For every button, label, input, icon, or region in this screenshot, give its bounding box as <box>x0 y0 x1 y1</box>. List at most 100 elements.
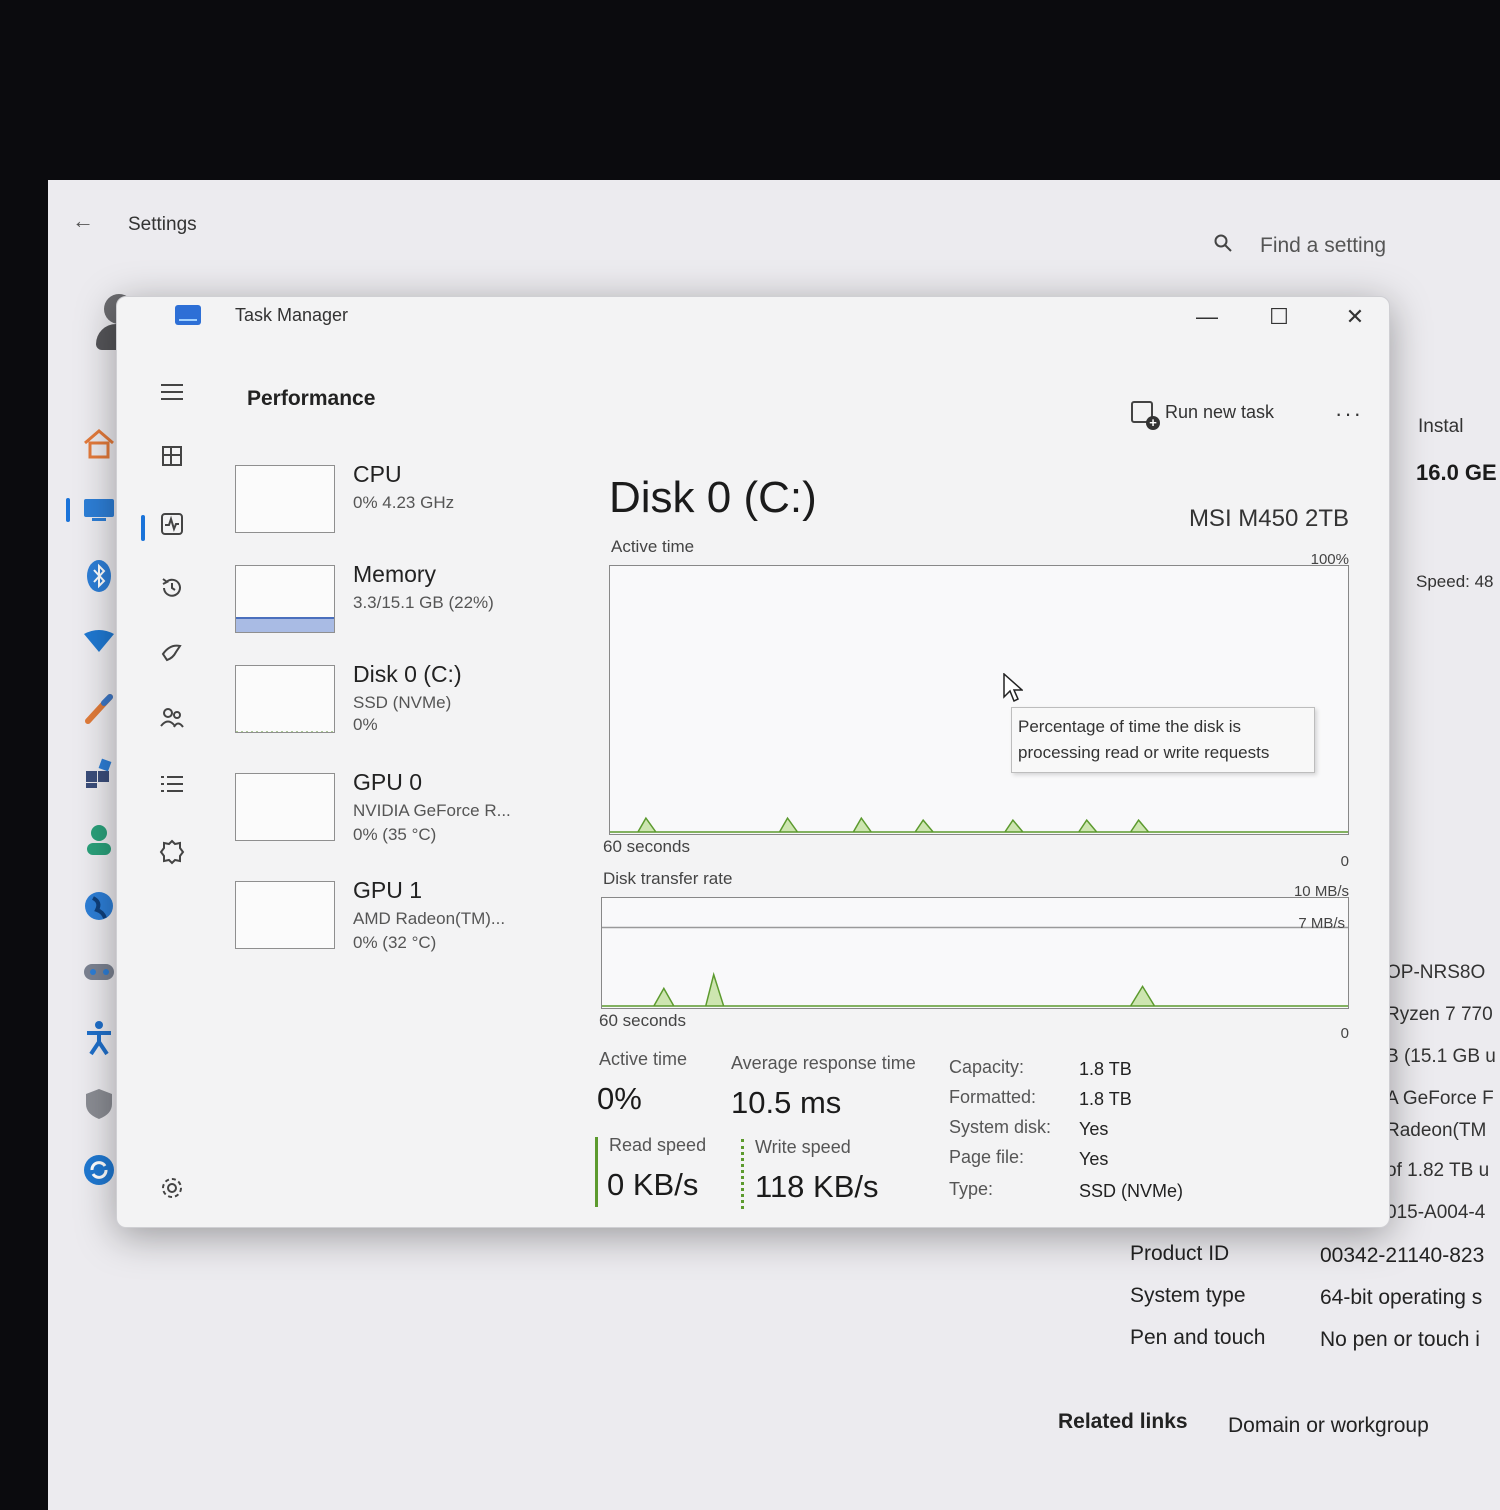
close-button[interactable]: ✕ <box>1325 297 1385 337</box>
device-gpu-0[interactable]: GPU 0 NVIDIA GeForce R... 0% (35 °C) <box>235 769 555 849</box>
device-cpu[interactable]: CPU 0% 4.23 GHz <box>235 461 555 541</box>
cpu-thumbnail-graph <box>235 465 335 533</box>
device-gpu-1[interactable]: GPU 1 AMD Radeon(TM)... 0% (32 °C) <box>235 877 555 957</box>
window-title: Task Manager <box>235 305 349 325</box>
storage-value: of 1.82 TB u <box>1386 1160 1490 1181</box>
transfer-rate-graph <box>601 897 1349 1009</box>
page-title: Performance <box>247 387 376 410</box>
disk-model: MSI M450 2TB <box>1188 505 1349 532</box>
read-speed-label: Read speed <box>609 1135 707 1155</box>
device-memory[interactable]: Memory 3.3/15.1 GB (22%) <box>235 561 555 641</box>
transfer-rate-line-label: 7 MB/s <box>1298 915 1345 932</box>
domain-workgroup-link[interactable]: Domain or workgroup <box>1228 1414 1429 1438</box>
active-time-duration-label: 60 seconds <box>603 837 690 856</box>
run-new-task-button[interactable]: Run new task <box>1131 401 1275 430</box>
read-speed-legend <box>595 1137 598 1207</box>
related-links-label: Related links <box>1058 1410 1188 1433</box>
product-id-label: Product ID <box>1130 1242 1230 1265</box>
page-file-value: Yes <box>1079 1149 1109 1169</box>
device-detail: 3.3/15.1 GB (22%) <box>353 593 494 612</box>
tooltip-line-1: Percentage of time the disk is <box>1018 717 1242 736</box>
active-time-min-label: 0 <box>1340 853 1349 870</box>
type-value: SSD (NVMe) <box>1079 1181 1184 1201</box>
device-usage: 0% <box>353 715 378 734</box>
transfer-rate-graph-label: Disk transfer rate <box>603 869 733 888</box>
device-id-value: 015-A004-4 <box>1386 1202 1486 1223</box>
settings-title: Settings <box>128 214 197 235</box>
startup-apps-icon[interactable] <box>155 635 189 669</box>
device-usage: 0% (32 °C) <box>353 933 437 952</box>
pen-touch-label: Pen and touch <box>1130 1326 1266 1349</box>
maximize-button[interactable]: ☐ <box>1249 297 1309 337</box>
processes-icon[interactable] <box>155 439 189 473</box>
settings-icon[interactable] <box>155 1171 189 1205</box>
formatted-value: 1.8 TB <box>1079 1089 1132 1109</box>
capacity-value: 1.8 TB <box>1079 1059 1132 1079</box>
app-history-icon[interactable] <box>155 571 189 605</box>
device-name: GPU 0 <box>353 769 423 795</box>
device-detail: AMD Radeon(TM)... <box>353 909 506 928</box>
disk-thumbnail-graph <box>235 665 335 733</box>
disk-title: Disk 0 (C:) <box>609 473 817 522</box>
more-options-button[interactable]: ··· <box>1335 401 1363 427</box>
avg-response-time-label: Average response time <box>731 1053 916 1073</box>
system-type-value: 64-bit operating s <box>1320 1286 1483 1309</box>
installed-ram-label: Instal <box>1418 416 1464 437</box>
minimize-button[interactable]: — <box>1177 297 1237 337</box>
task-manager-window: Task Manager — ☐ ✕ Performance Run new t… <box>116 296 1390 1228</box>
graphics-card-1: A GeForce F <box>1386 1088 1494 1109</box>
mouse-cursor-icon <box>1003 673 1023 703</box>
device-name: Memory <box>353 561 437 587</box>
device-name: GPU 1 <box>353 877 423 903</box>
device-usage: 0% (35 °C) <box>353 825 437 844</box>
formatted-label: Formatted: <box>949 1087 1037 1107</box>
active-time-graph-label: Active time <box>611 537 695 556</box>
users-icon[interactable] <box>155 701 189 735</box>
product-id-value: 00342-21140-823 <box>1320 1244 1485 1267</box>
graphics-card-2: Radeon(TM <box>1386 1120 1487 1141</box>
ram-speed-label: Speed: 48 <box>1416 572 1494 591</box>
search-icon <box>1214 234 1232 252</box>
run-task-icon <box>1131 401 1160 430</box>
selected-indicator <box>141 515 145 541</box>
write-speed-legend <box>741 1139 744 1209</box>
memory-thumbnail-graph <box>235 565 335 633</box>
type-label: Type: <box>949 1179 994 1199</box>
hamburger-icon[interactable] <box>155 375 189 409</box>
pen-touch-value: No pen or touch i <box>1320 1328 1480 1351</box>
capacity-label: Capacity: <box>949 1057 1025 1077</box>
task-manager-app-icon <box>175 305 201 325</box>
transfer-rate-min-label: 0 <box>1340 1025 1349 1042</box>
tooltip-line-2: processing read or write requests <box>1018 743 1270 762</box>
system-type-label: System type <box>1130 1284 1246 1307</box>
device-name: CPU <box>353 461 402 487</box>
read-speed-value: 0 KB/s <box>607 1167 699 1202</box>
performance-icon[interactable] <box>155 507 189 541</box>
system-disk-label: System disk: <box>949 1117 1052 1137</box>
active-time-graph <box>609 565 1349 835</box>
device-detail: 0% 4.23 GHz <box>353 493 455 512</box>
run-new-task-label: Run new task <box>1165 401 1275 422</box>
device-disk-0[interactable]: Disk 0 (C:) SSD (NVMe) 0% <box>235 661 555 741</box>
device-detail: NVIDIA GeForce R... <box>353 801 511 820</box>
gpu0-thumbnail-graph <box>235 773 335 841</box>
device-detail: SSD (NVMe) <box>353 693 452 712</box>
write-speed-value: 118 KB/s <box>755 1169 879 1204</box>
page-file-label: Page file: <box>949 1147 1025 1167</box>
processor-value: Ryzen 7 770 <box>1386 1004 1493 1025</box>
device-name: Disk 0 (C:) <box>353 661 462 687</box>
installed-ram-value: 16.0 GE <box>1416 460 1497 485</box>
active-time-value: 0% <box>597 1081 642 1116</box>
installed-ram-detail: B (15.1 GB u <box>1386 1046 1496 1067</box>
active-time-label: Active time <box>599 1049 688 1069</box>
tooltip: Percentage of time the disk is processin… <box>1011 707 1315 773</box>
services-icon[interactable] <box>155 835 189 869</box>
search-input[interactable]: Find a setting <box>1260 234 1386 258</box>
details-icon[interactable] <box>155 767 189 801</box>
transfer-rate-duration-label: 60 seconds <box>599 1011 686 1030</box>
gpu1-thumbnail-graph <box>235 881 335 949</box>
avg-response-time-value: 10.5 ms <box>731 1085 842 1120</box>
back-arrow-icon[interactable]: ← <box>72 208 94 234</box>
device-name-value: OP-NRS8O <box>1386 962 1486 983</box>
write-speed-label: Write speed <box>755 1137 851 1157</box>
